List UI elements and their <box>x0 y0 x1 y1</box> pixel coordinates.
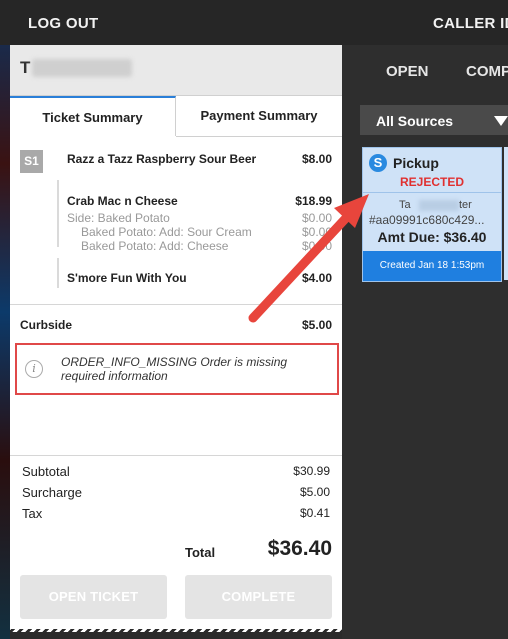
annotation-arrow <box>248 194 369 323</box>
